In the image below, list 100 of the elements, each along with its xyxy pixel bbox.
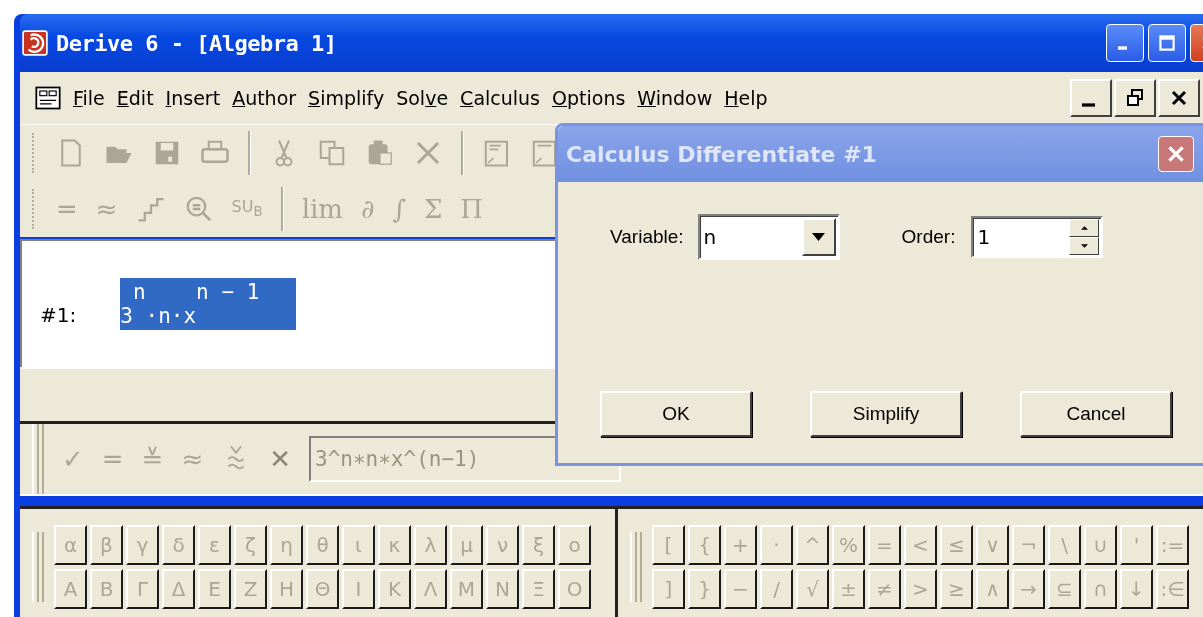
symbol-button[interactable]: N bbox=[486, 568, 519, 609]
toolbar-button[interactable]: ≈ bbox=[95, 196, 118, 222]
symbol-button[interactable]: Λ bbox=[414, 568, 447, 609]
symbol-button[interactable]: Ξ bbox=[522, 568, 555, 609]
copy-icon[interactable] bbox=[317, 138, 347, 168]
symbol-button[interactable]: ζ bbox=[234, 524, 267, 565]
symbol-button[interactable]: % bbox=[832, 524, 865, 565]
symbol-button[interactable]: δ bbox=[162, 524, 195, 565]
dialog-button[interactable]: Cancel bbox=[1020, 391, 1172, 437]
toolbar-button[interactable]: SU$_{B}$ bbox=[231, 199, 263, 219]
menu-item[interactable]: Insert bbox=[160, 87, 228, 109]
document-icon[interactable] bbox=[34, 84, 62, 112]
symbol-button[interactable]: √ bbox=[796, 568, 829, 609]
symbol-button[interactable]: ≥ bbox=[940, 568, 973, 609]
symbol-button[interactable]: ' bbox=[1120, 524, 1153, 565]
menu-item[interactable]: Simplify bbox=[303, 87, 392, 109]
symbol-button[interactable]: } bbox=[688, 568, 721, 609]
symbol-button[interactable]: ⊆ bbox=[1048, 568, 1081, 609]
symbol-button[interactable]: :∈ bbox=[1156, 568, 1189, 609]
menu-item[interactable]: Calculus bbox=[455, 87, 548, 109]
toolbar-grip[interactable] bbox=[32, 531, 44, 602]
symbol-button[interactable]: M bbox=[450, 568, 483, 609]
symbol-button[interactable]: > bbox=[904, 568, 937, 609]
symbol-button[interactable]: μ bbox=[450, 524, 483, 565]
symbol-button[interactable]: A bbox=[54, 568, 87, 609]
symbol-button[interactable]: H bbox=[270, 568, 303, 609]
symbol-button[interactable]: → bbox=[1012, 568, 1045, 609]
menu-item[interactable]: Solve bbox=[391, 87, 456, 109]
toolbar-button[interactable]: Σ bbox=[423, 196, 443, 222]
symbol-button[interactable]: = bbox=[868, 524, 901, 565]
symbol-button[interactable]: Z bbox=[234, 568, 267, 609]
order-spin-field[interactable]: 1 bbox=[971, 216, 1104, 258]
spin-up-icon[interactable] bbox=[1080, 226, 1088, 230]
entry-button[interactable]: ✕ bbox=[269, 444, 291, 474]
symbol-button[interactable]: K bbox=[378, 568, 411, 609]
spin-down-icon[interactable] bbox=[1080, 244, 1088, 248]
symbol-button[interactable]: < bbox=[904, 524, 937, 565]
symbol-button[interactable]: · bbox=[760, 524, 793, 565]
minimize-button[interactable] bbox=[1106, 24, 1144, 62]
symbol-button[interactable]: θ bbox=[306, 524, 339, 565]
symbol-button[interactable]: η bbox=[270, 524, 303, 565]
toolbar-button[interactable]: ∫ bbox=[392, 196, 406, 222]
symbol-button[interactable]: ∧ bbox=[976, 568, 1009, 609]
symbol-button[interactable]: ≤ bbox=[940, 524, 973, 565]
symbol-button[interactable]: Θ bbox=[306, 568, 339, 609]
menu-item[interactable]: Help bbox=[719, 87, 775, 109]
symbol-button[interactable]: ≠ bbox=[868, 568, 901, 609]
symbol-button[interactable]: ο bbox=[558, 524, 591, 565]
toolbar-button[interactable]: lim bbox=[301, 196, 343, 222]
symbol-button[interactable]: − bbox=[724, 568, 757, 609]
menu-item[interactable]: Edit bbox=[111, 87, 161, 109]
symbol-button[interactable]: ν bbox=[486, 524, 519, 565]
variable-dropdown[interactable]: n bbox=[697, 214, 840, 260]
menu-item[interactable]: Author bbox=[227, 87, 304, 109]
symbol-button[interactable]: / bbox=[760, 568, 793, 609]
symbol-button[interactable]: := bbox=[1156, 524, 1189, 565]
symbol-button[interactable]: γ bbox=[126, 524, 159, 565]
toolbar-grip[interactable] bbox=[32, 424, 44, 494]
entry-button[interactable]: ✓ bbox=[62, 444, 84, 474]
symbol-button[interactable]: { bbox=[688, 524, 721, 565]
menu-item[interactable]: Window bbox=[632, 87, 720, 109]
symbol-button[interactable]: + bbox=[724, 524, 757, 565]
symbol-button[interactable]: ^ bbox=[796, 524, 829, 565]
symbol-button[interactable]: ξ bbox=[522, 524, 555, 565]
symbol-button[interactable]: ∪ bbox=[1084, 524, 1117, 565]
expression[interactable]: n n − 1 3 ·n·x bbox=[120, 277, 297, 331]
dialog-button[interactable]: Simplify bbox=[810, 391, 962, 437]
entry-button[interactable]: ≚ bbox=[141, 444, 164, 474]
menu-item[interactable]: Options bbox=[547, 87, 633, 109]
entry-button[interactable]: ≈ bbox=[181, 444, 204, 474]
maximize-button[interactable] bbox=[1148, 24, 1186, 62]
symbol-button[interactable]: Δ bbox=[162, 568, 195, 609]
symbol-button[interactable]: λ bbox=[414, 524, 447, 565]
restore-button[interactable] bbox=[1114, 79, 1156, 117]
symbol-button[interactable]: ∨ bbox=[976, 524, 1009, 565]
symbol-button[interactable]: [ bbox=[652, 524, 685, 565]
symbol-button[interactable]: O bbox=[558, 568, 591, 609]
symbol-button[interactable]: α bbox=[54, 524, 87, 565]
symbol-button[interactable]: ¬ bbox=[1012, 524, 1045, 565]
symbol-button[interactable]: \ bbox=[1048, 524, 1081, 565]
toolbar-button[interactable]: = bbox=[56, 196, 78, 222]
symbol-button[interactable]: β bbox=[90, 524, 123, 565]
toolbar-button[interactable]: ∂ bbox=[360, 196, 375, 222]
symbol-button[interactable]: ] bbox=[652, 568, 685, 609]
symbol-button[interactable]: ε bbox=[198, 524, 231, 565]
minimize-button[interactable] bbox=[1070, 79, 1112, 117]
symbol-button[interactable]: ↓ bbox=[1120, 568, 1153, 609]
toolbar-grip[interactable] bbox=[630, 531, 642, 602]
symbol-button[interactable]: E bbox=[198, 568, 231, 609]
symbol-button[interactable]: κ bbox=[378, 524, 411, 565]
symbol-button[interactable]: I bbox=[342, 568, 375, 609]
close-button[interactable] bbox=[1158, 79, 1200, 117]
symbol-button[interactable]: B bbox=[90, 568, 123, 609]
menu-item[interactable]: File bbox=[68, 87, 112, 109]
entry-button[interactable]: = bbox=[101, 444, 124, 474]
symbol-button[interactable]: ± bbox=[832, 568, 865, 609]
dialog-button[interactable]: OK bbox=[600, 391, 752, 437]
symbol-button[interactable]: ι bbox=[342, 524, 375, 565]
symbol-button[interactable]: Γ bbox=[126, 568, 159, 609]
toolbar-button[interactable]: Π bbox=[460, 196, 483, 222]
